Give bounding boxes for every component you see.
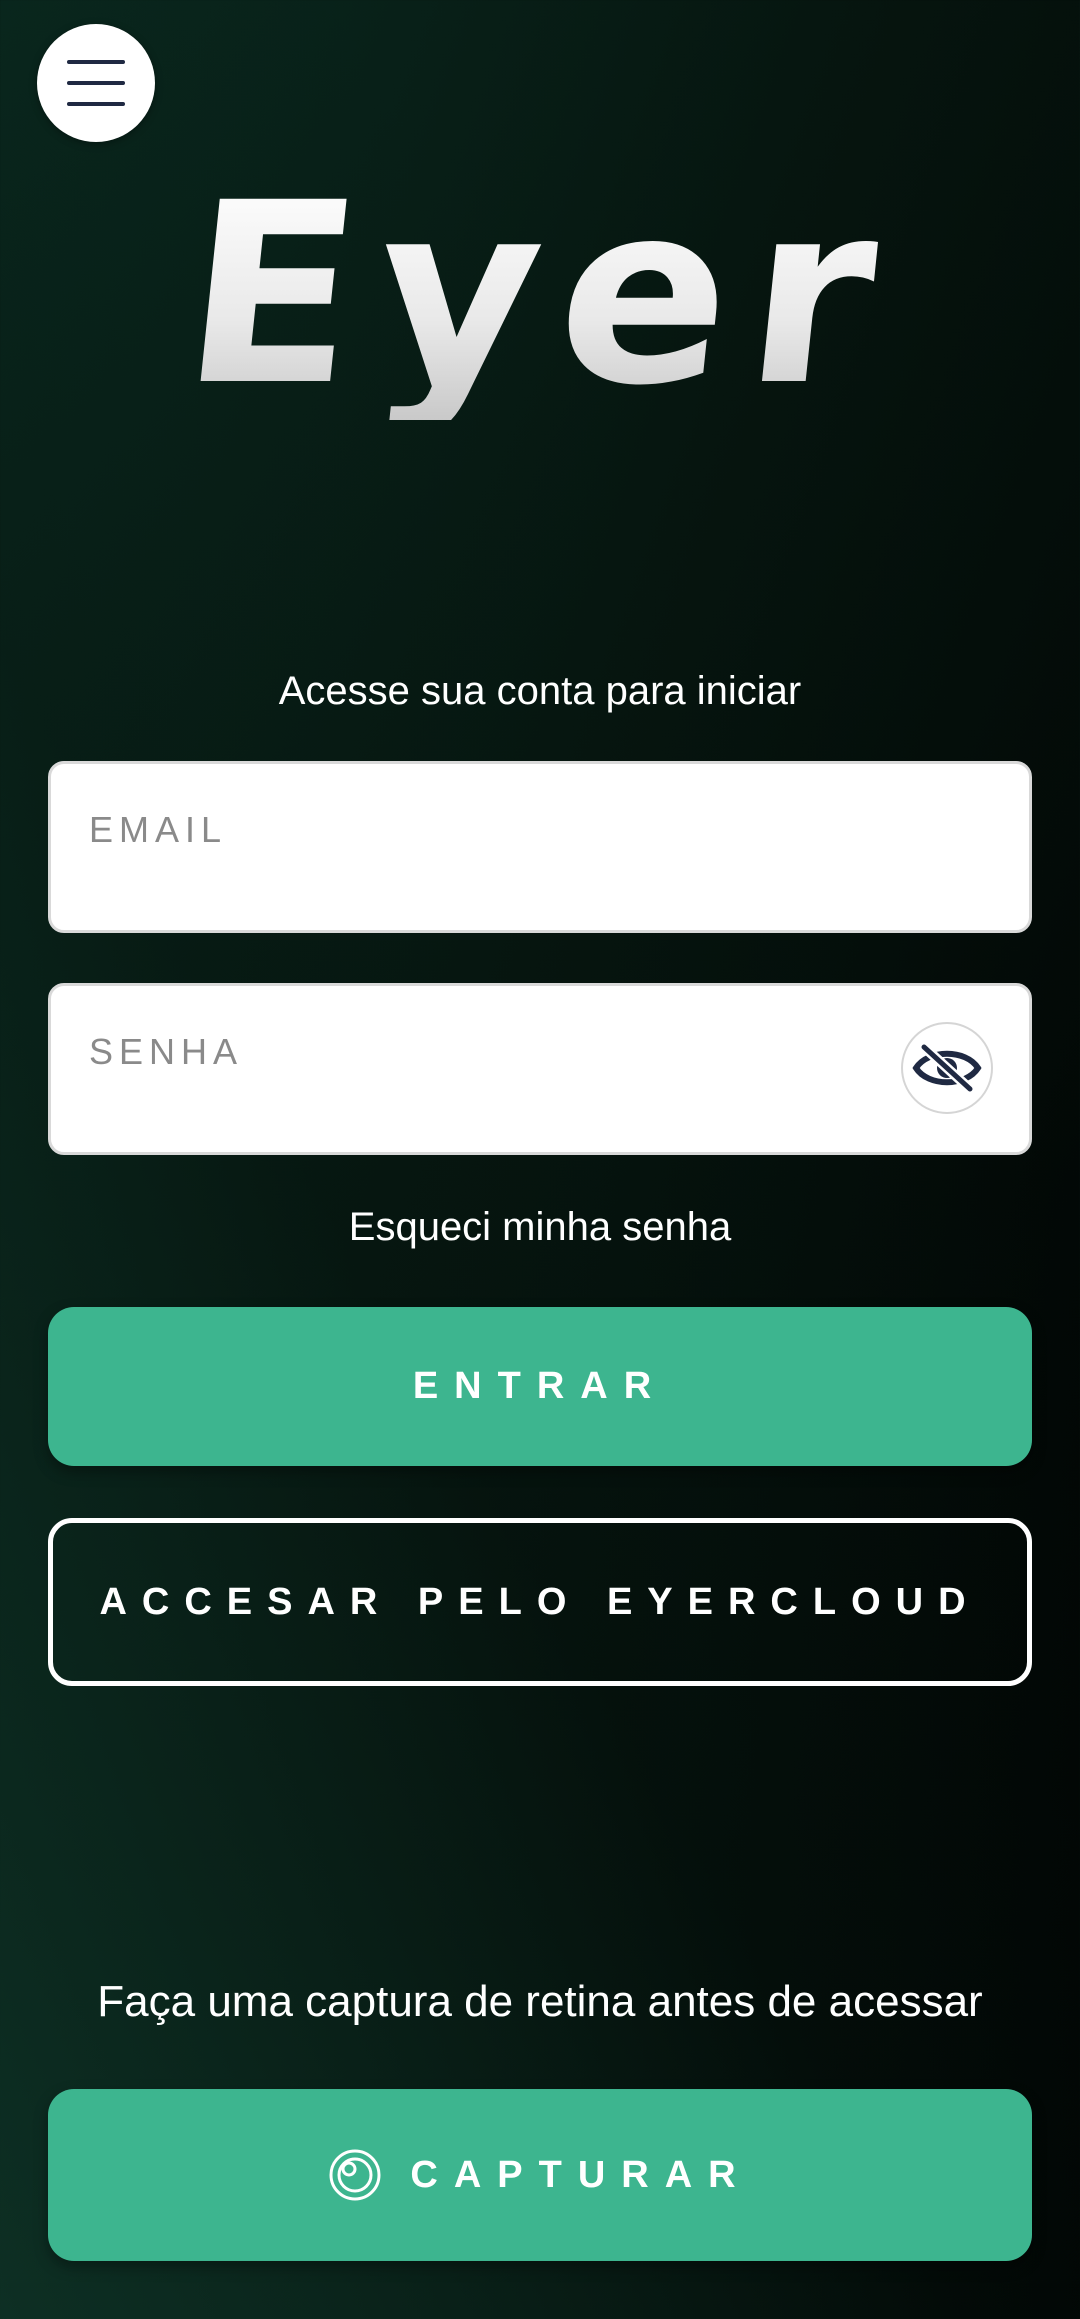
login-button[interactable]: ENTRAR [48,1307,1032,1466]
login-subtitle: Acesse sua conta para iniciar [278,669,802,713]
forgot-password-link[interactable]: Esqueci minha senha [0,1203,1080,1251]
eyercloud-button-label: ACCESAR PELO EYERCLOUD [99,1580,981,1623]
password-visibility-toggle[interactable] [901,1022,993,1114]
menu-button[interactable] [37,24,155,142]
eyercloud-login-button[interactable]: ACCESAR PELO EYERCLOUD [48,1518,1032,1686]
email-input[interactable] [87,804,911,856]
capture-button-label: CAPTURAR [410,2153,752,2196]
eye-slash-icon [912,1043,982,1093]
login-button-label: ENTRAR [412,1365,668,1407]
hamburger-menu-icon [67,60,125,106]
capture-hint: Faça uma captura de retina antes de aces… [97,1977,983,2026]
app-logo: Eyer [0,149,1080,440]
retina-capture-icon [328,2148,382,2202]
password-field-container[interactable] [48,983,1032,1155]
email-field-container[interactable] [48,761,1032,933]
password-input[interactable] [87,1026,911,1078]
capture-button[interactable]: CAPTURAR [48,2089,1032,2261]
